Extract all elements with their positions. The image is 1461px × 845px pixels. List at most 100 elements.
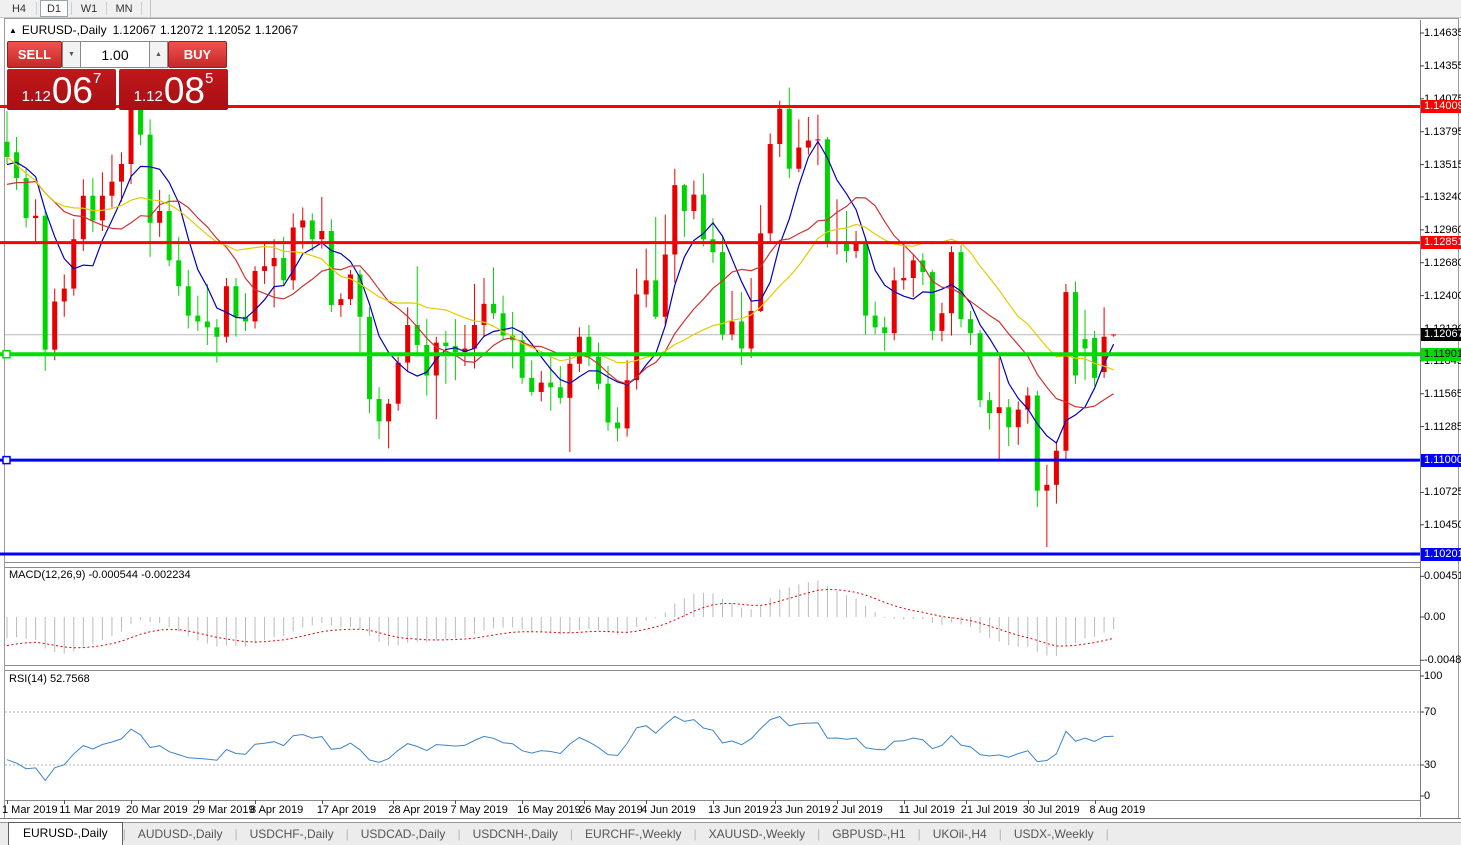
date-label: 8 Apr 2019 (250, 804, 304, 816)
one-click-trade-panel: SELL ▼ 1.00 ▲ BUY 1.12 06 7 1.12 08 5 (7, 41, 228, 110)
price-tick-label: 1.13515 (1424, 158, 1461, 171)
chart-tab-usdcad-daily[interactable]: USDCAD-,Daily (349, 824, 458, 845)
macd-indicator-label: MACD(12,26,9) -0.000544 -0.002234 (9, 569, 191, 581)
trading-terminal: H4 D1 W1 MN ▲ EURUSD-,Daily 1.12067 1.12072… (0, 0, 1461, 845)
chart-tab-bar: EURUSD-,Daily | AUDUSD-,Daily | USDCHF-,Dail… (0, 822, 1461, 845)
price-tick-label: 1.13240 (1424, 190, 1461, 203)
chart-tab-usdcnh-daily[interactable]: USDCNH-,Daily (461, 824, 570, 845)
chart-tab-xauusd-weekly[interactable]: XAUUSD-,Weekly (697, 824, 817, 845)
rsi-axis-label: 30 (1424, 759, 1437, 771)
buy-quote[interactable]: 1.12 08 5 (119, 69, 228, 110)
price-tag-1.12851: 1.12851 (1421, 236, 1461, 250)
price-tick-label: 1.11285 (1424, 420, 1461, 433)
date-label: 29 Mar 2019 (192, 804, 255, 816)
chart-tab-gbpusd-h1[interactable]: GBPUSD-,H1 (820, 824, 917, 845)
rsi-axis-label: 0 (1424, 790, 1431, 802)
date-tick (646, 800, 648, 804)
date-tick (393, 800, 395, 804)
chart-tab-usdx-weekly[interactable]: USDX-,Weekly (1002, 824, 1106, 845)
symbol-title: EURUSD-,Daily (21, 23, 107, 37)
macd-axis-label: -0.004806 (1424, 654, 1461, 667)
date-label: 20 Mar 2019 (126, 804, 188, 816)
toolbar-separator (106, 2, 107, 15)
sell-price-prefix: 1.12 (21, 88, 51, 105)
date-tick (197, 800, 199, 804)
date-label: 7 May 2019 (450, 804, 508, 816)
buy-price-pip: 5 (205, 70, 214, 87)
rsi-indicator-label: RSI(14) 52.7568 (9, 673, 90, 685)
date-tick (774, 800, 776, 804)
date-tick (1027, 800, 1029, 804)
chart-tab-ukoil-h4[interactable]: UKOil-,H4 (921, 824, 999, 845)
spinner-down-icon: ▼ (68, 51, 75, 58)
timeframe-button-mn[interactable]: MN (110, 0, 138, 17)
price-tick-label: 1.11565 (1424, 387, 1461, 400)
date-label: 2 Jul 2019 (831, 804, 883, 816)
date-label: 21 Jul 2019 (960, 804, 1018, 816)
price-tick-label: 1.10450 (1424, 518, 1461, 531)
volume-input[interactable]: 1.00 (81, 41, 149, 68)
price-tick-label: 1.12680 (1424, 256, 1461, 269)
date-label: 8 Aug 2019 (1089, 804, 1146, 816)
date-label: 11 Mar 2019 (59, 804, 121, 816)
chart-tab-eurusd-daily[interactable]: EURUSD-,Daily (8, 822, 123, 845)
price-tag-1.14009: 1.14009 (1421, 100, 1461, 114)
spinner-up-icon: ▲ (155, 51, 162, 58)
date-tick (321, 800, 323, 804)
date-tick (712, 800, 714, 804)
date-label: 13 Jun 2019 (707, 804, 769, 816)
tab-separator: | (1105, 827, 1109, 841)
buy-price-prefix: 1.12 (133, 88, 163, 105)
date-tick (131, 800, 133, 804)
collapse-panel-icon[interactable]: ▲ (9, 26, 17, 35)
price-tick-label: 1.12960 (1424, 223, 1461, 236)
price-tag-1.12067: 1.12067 (1421, 328, 1461, 342)
buy-button[interactable]: BUY (168, 41, 227, 68)
ohlc-low: 1.12052 (207, 23, 251, 37)
date-label: 4 Jun 2019 (641, 804, 696, 816)
buy-price-big: 08 (163, 70, 205, 111)
sell-quote[interactable]: 1.12 06 7 (7, 69, 116, 110)
chart-tab-audusd-daily[interactable]: AUDUSD-,Daily (126, 824, 235, 845)
chart-window-frame (4, 18, 1459, 821)
date-tick (836, 800, 838, 804)
date-tick (965, 800, 967, 804)
price-tag-1.11000: 1.11000 (1421, 453, 1461, 467)
date-tick (1094, 800, 1096, 804)
sell-price-big: 06 (51, 70, 93, 111)
date-tick (64, 800, 66, 804)
date-label: 23 Jun 2019 (769, 804, 831, 816)
price-tick-label: 1.12400 (1424, 289, 1461, 302)
timeframe-button-d1[interactable]: D1 (40, 0, 68, 17)
date-label: 1 Mar 2019 (2, 804, 58, 816)
date-tick (7, 800, 8, 804)
sell-price-pip: 7 (93, 70, 102, 87)
macd-axis-label: 0.00 (1424, 611, 1446, 623)
date-label: 28 Apr 2019 (388, 804, 448, 816)
pane-separator[interactable] (5, 562, 1420, 568)
volume-decrease-button[interactable]: ▼ (62, 41, 81, 68)
sell-button[interactable]: SELL (7, 41, 62, 68)
date-label: 30 Jul 2019 (1022, 804, 1080, 816)
timeframe-button-h4[interactable]: H4 (5, 0, 33, 17)
price-tick-label: 1.14635 (1424, 27, 1461, 39)
ohlc-high: 1.12072 (160, 23, 204, 37)
symbol-info-bar: ▲ EURUSD-,Daily 1.12067 1.12072 1.12052 … (9, 23, 298, 37)
ohlc-open: 1.12067 (112, 23, 156, 37)
toolbar-separator (150, 0, 151, 17)
date-label: 16 May 2019 (517, 804, 581, 816)
rsi-axis-label: 100 (1424, 670, 1443, 682)
date-tick (255, 800, 257, 804)
timeframe-button-w1[interactable]: W1 (75, 0, 103, 17)
date-tick (903, 800, 905, 804)
date-label: 17 Apr 2019 (316, 804, 377, 816)
chart-tab-eurchf-weekly[interactable]: EURCHF-,Weekly (573, 824, 693, 845)
chart-tab-usdchf-daily[interactable]: USDCHF-,Daily (238, 824, 346, 845)
date-tick (522, 800, 524, 804)
macd-axis-label: 0.004517 (1424, 570, 1461, 583)
pane-separator[interactable] (5, 665, 1420, 671)
volume-increase-button[interactable]: ▲ (149, 41, 168, 68)
price-tag-1.10201: 1.10201 (1421, 547, 1461, 561)
price-tag-1.11901: 1.11901 (1421, 347, 1461, 361)
ohlc-close: 1.12067 (254, 23, 299, 37)
